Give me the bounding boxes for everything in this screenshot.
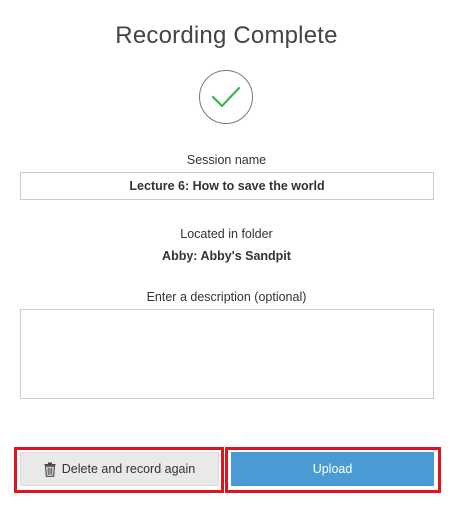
trash-icon bbox=[44, 462, 56, 477]
description-label: Enter a description (optional) bbox=[146, 290, 307, 304]
checkmark-circle-icon bbox=[199, 70, 253, 124]
delete-and-record-again-button[interactable]: Delete and record again bbox=[20, 452, 219, 486]
folder-name: Abby: Abby's Sandpit bbox=[162, 249, 291, 263]
session-name-label: Session name bbox=[186, 153, 267, 167]
upload-button-label: Upload bbox=[312, 462, 353, 476]
session-name-field[interactable]: Lecture 6: How to save the world bbox=[20, 172, 434, 200]
dialog-title: Recording Complete bbox=[115, 22, 338, 49]
folder-label: Located in folder bbox=[180, 227, 273, 241]
delete-button-label: Delete and record again bbox=[61, 462, 196, 476]
description-input[interactable] bbox=[20, 309, 434, 399]
upload-button[interactable]: Upload bbox=[231, 452, 434, 486]
